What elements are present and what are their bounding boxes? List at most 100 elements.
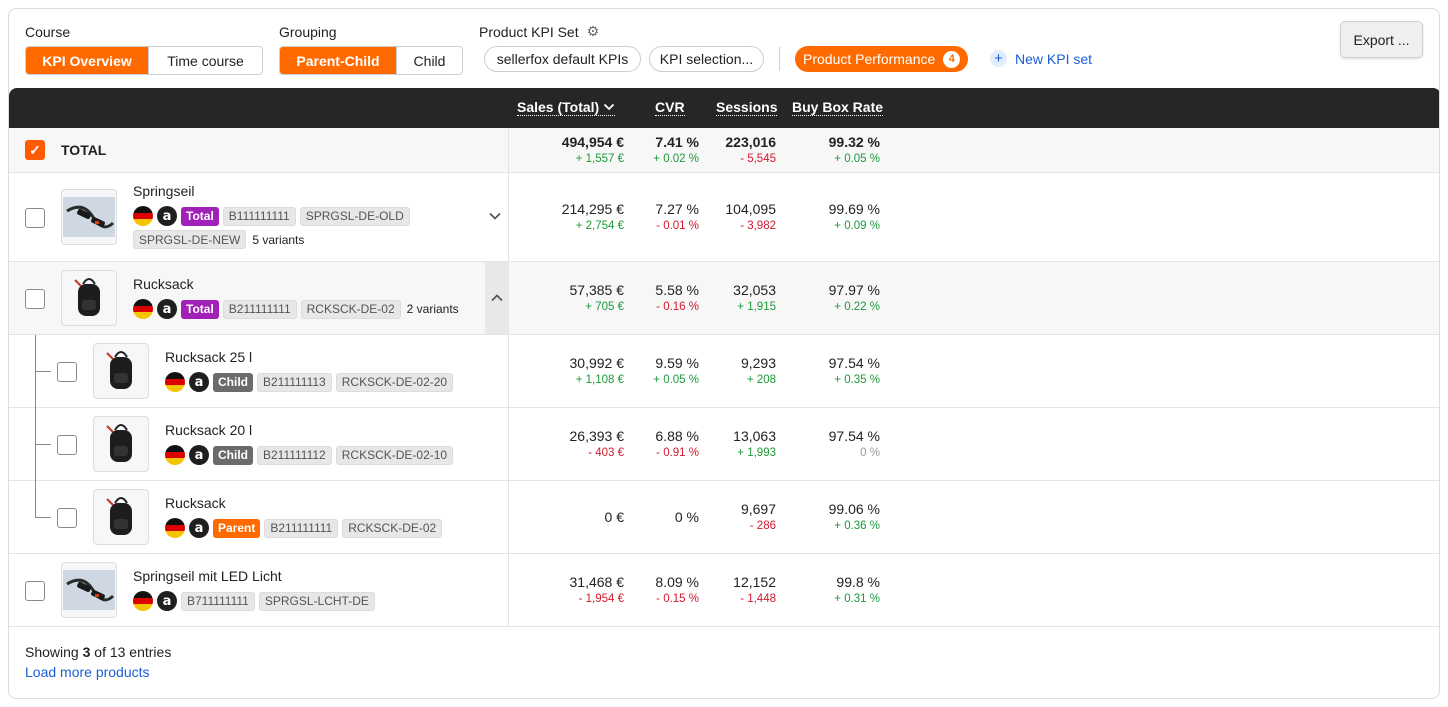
product-name[interactable]: Rucksack — [165, 495, 226, 511]
role-badge: Child — [213, 445, 253, 465]
sku-tag: SPRGSL-LCHT-DE — [258, 591, 375, 611]
kpi-delta: - 5,545 — [740, 152, 776, 165]
kpi-value: 97.54 % — [828, 354, 880, 371]
kpi-chip-default[interactable]: sellerfox default KPIs — [484, 46, 641, 72]
product-table-card: Course KPI Overview Time course Grouping… — [8, 8, 1440, 699]
column-header-cvr[interactable]: CVR — [655, 99, 685, 116]
kpi-chip-selection[interactable]: KPI selection... — [649, 46, 764, 72]
column-divider — [508, 554, 509, 626]
kpi-delta: + 0.35 % — [834, 373, 880, 386]
kpi-delta: - 3,982 — [740, 219, 776, 232]
kpi-delta: - 286 — [749, 519, 776, 532]
germany-flag-icon — [165, 518, 185, 538]
grouping-parent-child-button[interactable]: Parent-Child — [280, 47, 396, 74]
kpi-delta: + 0.05 % — [653, 373, 699, 386]
grouping-child-button[interactable]: Child — [396, 47, 462, 74]
kpi-delta: - 0.01 % — [656, 219, 699, 232]
row-checkbox[interactable] — [57, 507, 77, 528]
select-all-checkbox[interactable]: ✓ — [25, 140, 45, 160]
table-row: Springseil mit LED Licht a B711111111 SPRGS… — [9, 554, 1439, 627]
role-badge: Parent — [213, 518, 261, 538]
kpi-delta: - 1,954 € — [578, 592, 624, 605]
amazon-icon: a — [189, 372, 209, 392]
table-row: Rucksack a Parent B211111111 RCKSCK-DE-02 0 €… — [9, 481, 1439, 554]
product-image — [93, 343, 149, 399]
row-checkbox[interactable] — [57, 434, 77, 455]
amazon-icon: a — [189, 518, 209, 538]
table-row: Rucksack 25 l a Child B211111113 RCKSCK-DE-0… — [9, 335, 1439, 408]
kpi-delta: + 0.09 % — [834, 219, 880, 232]
product-image — [61, 270, 117, 326]
kpi-value: 97.97 % — [828, 281, 880, 298]
kpi-value: 8.09 % — [655, 573, 699, 590]
row-checkbox[interactable] — [25, 580, 45, 601]
germany-flag-icon — [165, 445, 185, 465]
table-row: Rucksack a Total B211111111 RCKSCK-DE-02 2 va… — [9, 262, 1439, 335]
kpi-value: 6.88 % — [655, 427, 699, 444]
sku-tag: SPRGSL-DE-OLD — [299, 206, 410, 226]
row-checkbox[interactable] — [25, 288, 45, 309]
gear-icon[interactable]: ⚙ — [587, 24, 600, 40]
germany-flag-icon — [133, 591, 153, 611]
product-name[interactable]: Rucksack 25 l — [165, 349, 252, 365]
new-kpi-set-label: New KPI set — [1015, 50, 1093, 67]
column-header-sales-label: Sales (Total) — [517, 99, 600, 115]
product-name[interactable]: Springseil — [133, 183, 194, 199]
asin-tag: B211111111 — [264, 518, 339, 538]
sku-tag: RCKSCK-DE-02 — [342, 518, 443, 538]
kpi-value: 7.27 % — [655, 200, 699, 217]
table-header: Sales (Total) CVR Sessions Buy Box Rate — [9, 88, 1439, 128]
total-row: ✓ TOTAL 494,954 € + 1,557 € 7.41 % + 0.02 %… — [9, 128, 1439, 173]
kpi-value: 97.54 % — [828, 427, 880, 444]
kpi-value: 9,293 — [740, 354, 776, 371]
role-badge: Total — [181, 299, 219, 319]
kpi-value: 104,095 — [725, 200, 776, 217]
product-name[interactable]: Rucksack — [133, 276, 194, 292]
germany-flag-icon — [133, 299, 153, 319]
new-kpi-set-button[interactable]: + New KPI set — [990, 50, 1092, 67]
collapse-row-button[interactable] — [485, 262, 509, 334]
column-header-sales[interactable]: Sales (Total) — [517, 99, 616, 116]
product-name[interactable]: Rucksack 20 l — [165, 422, 252, 438]
sku-tag: RCKSCK-DE-02 — [300, 299, 401, 319]
kpi-chip-product-performance[interactable]: Product Performance 4 — [795, 46, 969, 72]
column-header-buy-box-rate[interactable]: Buy Box Rate — [792, 99, 884, 116]
load-more-link[interactable]: Load more products — [25, 664, 150, 680]
sku-tag: RCKSCK-DE-02-20 — [335, 372, 454, 392]
row-checkbox[interactable] — [57, 361, 77, 382]
row-checkbox[interactable] — [25, 207, 45, 228]
course-kpi-overview-button[interactable]: KPI Overview — [26, 47, 148, 74]
product-name[interactable]: Springseil mit LED Licht — [133, 568, 282, 584]
kpi-value: 99.8 % — [836, 573, 880, 590]
plus-icon: + — [990, 50, 1007, 67]
asin-tag: B211111112 — [257, 445, 332, 465]
kpi-value: 12,152 — [733, 573, 776, 590]
kpi-value: 26,393 € — [569, 427, 625, 444]
total-label: TOTAL — [61, 142, 107, 158]
kpi-delta: + 1,108 € — [575, 373, 624, 386]
germany-flag-icon — [133, 206, 153, 226]
grouping-toggle: Parent-Child Child — [279, 46, 463, 75]
export-button[interactable]: Export ... — [1340, 21, 1423, 58]
product-image — [93, 416, 149, 472]
kpi-set-label: Product KPI Set — [479, 24, 579, 40]
course-time-course-button[interactable]: Time course — [148, 47, 262, 74]
amazon-icon: a — [157, 206, 177, 226]
divider — [779, 47, 780, 71]
course-label: Course — [25, 24, 71, 40]
kpi-delta: - 1,448 — [740, 592, 776, 605]
kpi-chip-active-label: Product Performance — [803, 51, 936, 67]
variants-count: 2 variants — [406, 302, 459, 316]
kpi-value: 0 % — [674, 508, 699, 525]
variants-count: 5 variants — [252, 232, 305, 247]
amazon-icon: a — [157, 299, 177, 319]
tree-branch — [35, 444, 51, 445]
kpi-value: 99.32 % — [828, 133, 880, 150]
column-header-sessions[interactable]: Sessions — [716, 99, 778, 116]
column-divider — [508, 173, 509, 261]
asin-tag: B711111111 — [181, 591, 255, 611]
expand-row-button[interactable] — [488, 209, 502, 224]
kpi-delta: + 0.36 % — [834, 519, 880, 532]
kpi-value: 57,385 € — [569, 281, 625, 298]
column-divider — [508, 335, 509, 407]
